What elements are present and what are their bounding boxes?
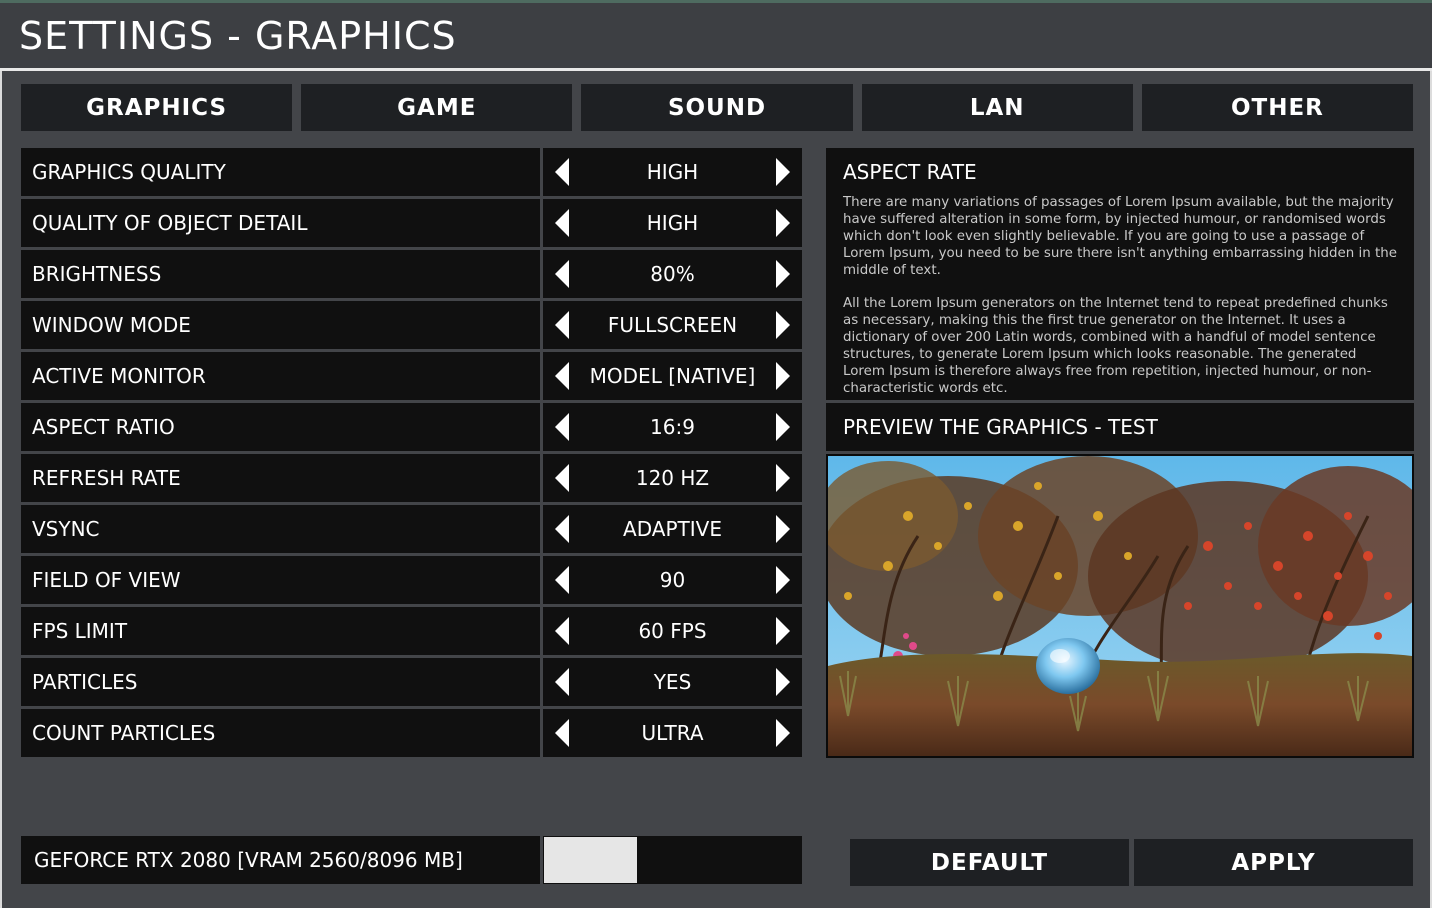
setting-label: REFRESH RATE: [21, 454, 540, 502]
arrow-right-icon[interactable]: [772, 356, 794, 396]
arrow-left-icon[interactable]: [551, 203, 573, 243]
setting-label: PARTICLES: [21, 658, 540, 706]
setting-value: 90: [659, 568, 686, 592]
arrow-right-icon[interactable]: [772, 254, 794, 294]
setting-row: ACTIVE MONITOR MODEL [NATIVE]: [21, 352, 802, 400]
info-paragraph: There are many variations of passages of…: [843, 195, 1397, 278]
setting-label: ASPECT RATIO: [21, 403, 540, 451]
tab-bar: GRAPHICS GAME SOUND LAN OTHER: [21, 84, 1414, 131]
setting-label: COUNT PARTICLES: [21, 709, 540, 757]
setting-row: FIELD OF VIEW 90: [21, 556, 802, 604]
setting-label: WINDOW MODE: [21, 301, 540, 349]
setting-selector: 90: [543, 556, 802, 604]
info-paragraph: All the Lorem Ipsum generators on the In…: [843, 296, 1388, 396]
apply-button[interactable]: APPLY: [1134, 839, 1413, 886]
vram-usage-fill: [544, 837, 637, 883]
setting-row: VSYNC ADAPTIVE: [21, 505, 802, 553]
setting-selector: 120 HZ: [543, 454, 802, 502]
setting-row: FPS LIMIT 60 FPS: [21, 607, 802, 655]
arrow-right-icon[interactable]: [772, 305, 794, 345]
setting-value: MODEL [NATIVE]: [589, 364, 756, 388]
gpu-info: GEFORCE RTX 2080 [VRAM 2560/8096 MB]: [21, 836, 540, 884]
setting-row: COUNT PARTICLES ULTRA: [21, 709, 802, 757]
page-title: SETTINGS - GRAPHICS: [19, 13, 457, 58]
arrow-left-icon[interactable]: [551, 407, 573, 447]
preview-header: PREVIEW THE GRAPHICS - TEST: [826, 403, 1414, 451]
arrow-right-icon[interactable]: [772, 203, 794, 243]
tab-sound[interactable]: SOUND: [581, 84, 853, 131]
forest-scene: [828, 456, 1412, 756]
setting-selector: 60 FPS: [543, 607, 802, 655]
arrow-right-icon[interactable]: [772, 611, 794, 651]
arrow-right-icon[interactable]: [772, 662, 794, 702]
setting-value: YES: [653, 670, 692, 694]
setting-row: BRIGHTNESS 80%: [21, 250, 802, 298]
arrow-right-icon[interactable]: [772, 713, 794, 753]
setting-value: ADAPTIVE: [623, 517, 722, 541]
setting-value: HIGH: [646, 160, 699, 184]
setting-label: GRAPHICS QUALITY: [21, 148, 540, 196]
title-bar: SETTINGS - GRAPHICS: [0, 3, 1432, 68]
setting-selector: HIGH: [543, 199, 802, 247]
info-panel: ASPECT RATE There are many variations of…: [826, 148, 1414, 400]
arrow-left-icon[interactable]: [551, 662, 573, 702]
arrow-left-icon[interactable]: [551, 254, 573, 294]
graphics-preview-image: [826, 454, 1414, 758]
setting-row: WINDOW MODE FULLSCREEN: [21, 301, 802, 349]
settings-list: GRAPHICS QUALITY HIGH QUALITY OF OBJECT DE…: [21, 148, 802, 760]
setting-label: ACTIVE MONITOR: [21, 352, 540, 400]
setting-label: VSYNC: [21, 505, 540, 553]
setting-value: 120 HZ: [635, 466, 710, 490]
arrow-left-icon[interactable]: [551, 305, 573, 345]
info-title: ASPECT RATE: [843, 160, 977, 184]
setting-selector: HIGH: [543, 148, 802, 196]
setting-row: ASPECT RATIO 16:9: [21, 403, 802, 451]
setting-selector: 16:9: [543, 403, 802, 451]
setting-value: HIGH: [646, 211, 699, 235]
setting-row: GRAPHICS QUALITY HIGH: [21, 148, 802, 196]
setting-value: 60 FPS: [638, 619, 707, 643]
tab-game[interactable]: GAME: [301, 84, 573, 131]
arrow-left-icon[interactable]: [551, 356, 573, 396]
arrow-right-icon[interactable]: [772, 509, 794, 549]
arrow-right-icon[interactable]: [772, 152, 794, 192]
setting-selector: ADAPTIVE: [543, 505, 802, 553]
setting-label: BRIGHTNESS: [21, 250, 540, 298]
arrow-left-icon[interactable]: [551, 611, 573, 651]
setting-row: REFRESH RATE 120 HZ: [21, 454, 802, 502]
setting-row: QUALITY OF OBJECT DETAIL HIGH: [21, 199, 802, 247]
default-button[interactable]: DEFAULT: [850, 839, 1129, 886]
arrow-left-icon[interactable]: [551, 152, 573, 192]
arrow-right-icon[interactable]: [772, 407, 794, 447]
tab-other[interactable]: OTHER: [1141, 84, 1414, 131]
setting-value: 16:9: [650, 415, 695, 439]
arrow-right-icon[interactable]: [772, 560, 794, 600]
setting-value: ULTRA: [641, 721, 704, 745]
setting-selector: FULLSCREEN: [543, 301, 802, 349]
setting-row: PARTICLES YES: [21, 658, 802, 706]
arrow-left-icon[interactable]: [551, 509, 573, 549]
arrow-right-icon[interactable]: [772, 458, 794, 498]
setting-selector: MODEL [NATIVE]: [543, 352, 802, 400]
arrow-left-icon[interactable]: [551, 560, 573, 600]
setting-selector: YES: [543, 658, 802, 706]
setting-label: QUALITY OF OBJECT DETAIL: [21, 199, 540, 247]
setting-selector: 80%: [543, 250, 802, 298]
arrow-left-icon[interactable]: [551, 458, 573, 498]
setting-value: 80%: [650, 262, 695, 286]
arrow-left-icon[interactable]: [551, 713, 573, 753]
setting-value: FULLSCREEN: [607, 313, 738, 337]
tab-lan[interactable]: LAN: [861, 84, 1133, 131]
vram-usage-bar: [543, 836, 802, 884]
setting-label: FIELD OF VIEW: [21, 556, 540, 604]
setting-label: FPS LIMIT: [21, 607, 540, 655]
tab-graphics[interactable]: GRAPHICS: [21, 84, 293, 131]
setting-selector: ULTRA: [543, 709, 802, 757]
